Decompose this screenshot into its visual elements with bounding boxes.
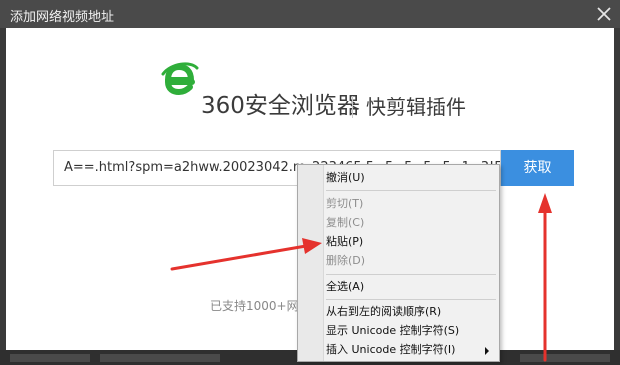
menu-item-rtl-reading[interactable]: 从右到左的阅读顺序(R) (326, 302, 496, 321)
menu-item-delete[interactable]: 删除(D) (326, 251, 496, 270)
logo-divider (352, 96, 353, 118)
plugin-name: 快剪辑插件 (366, 95, 466, 119)
close-icon (597, 7, 611, 21)
context-menu: 撤消(U) 剪切(T) 复制(C) 粘贴(P) 删除(D) 全选(A) 从右到左… (297, 164, 500, 362)
chevron-right-icon (485, 347, 489, 355)
menu-item-copy[interactable]: 复制(C) (326, 213, 496, 232)
brand-name: 360安全浏览器 (201, 93, 360, 119)
close-button[interactable] (590, 0, 618, 28)
title-bar: 添加网络视频地址 (0, 0, 620, 28)
menu-item-show-unicode[interactable]: 显示 Unicode 控制字符(S) (326, 321, 496, 340)
menu-separator (326, 299, 496, 300)
menu-item-paste[interactable]: 粘贴(P) (326, 232, 496, 251)
window-title: 添加网络视频地址 (10, 10, 115, 25)
menu-item-select-all[interactable]: 全选(A) (326, 277, 496, 296)
menu-gutter (298, 165, 324, 361)
menu-item-insert-unicode[interactable]: 插入 Unicode 控制字符(I) (326, 340, 496, 359)
menu-separator (326, 190, 496, 191)
supported-sites-text: 已支持1000+网 (210, 299, 299, 313)
menu-item-cut[interactable]: 剪切(T) (326, 194, 496, 213)
ie-e-logo-icon (161, 62, 199, 96)
menu-separator (326, 274, 496, 275)
fetch-button[interactable]: 获取 (501, 150, 574, 186)
menu-item-undo[interactable]: 撤消(U) (326, 168, 496, 187)
